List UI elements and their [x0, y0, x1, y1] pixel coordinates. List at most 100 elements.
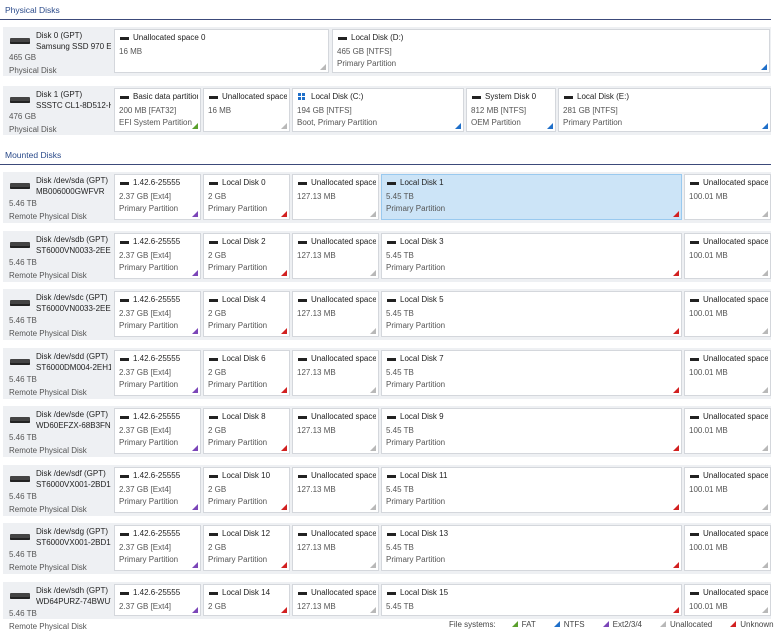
disk-row[interactable]: Disk /dev/sdb (GPT)ST6000VN0033-2EE110 5.… — [3, 231, 771, 282]
disk-type: Remote Physical Disk — [9, 388, 87, 397]
disk-info[interactable]: Disk /dev/sda (GPT) MB006000GWFVR 5.46 TB R… — [3, 172, 111, 223]
filesystem-marker — [281, 123, 287, 129]
partition-type: Primary Partition — [386, 497, 446, 506]
partition-tile[interactable]: Local Disk 2 2 GB Primary Partition — [203, 233, 290, 279]
partition-tile[interactable]: Local Disk 5 5.45 TB Primary Partition — [381, 291, 682, 337]
partition-tile[interactable]: Local Disk 3 5.45 TB Primary Partition — [381, 233, 682, 279]
partition-tile[interactable]: Unallocated space 127.13 MB — [292, 408, 379, 454]
disk-info[interactable]: Disk 0 (GPT)Samsung SSD 970 EVO465 GBPhy… — [3, 27, 111, 76]
disk-info[interactable]: Disk /dev/sde (GPT) WD60EFZX-68B3FN0 5.46 … — [3, 406, 111, 457]
partition-tile[interactable]: Unallocated space 127.13 MB — [292, 174, 379, 220]
disk-info[interactable]: Disk /dev/sdf (GPT)ST6000VX001-2BD186 5.4… — [3, 465, 111, 516]
filesystem-marker — [192, 123, 198, 129]
partition-tile[interactable]: Unallocated space 100.01 MB — [684, 408, 771, 454]
disk-info[interactable]: Disk 1 (GPT)SSSTC CL1-8D512-HP476 GBPhys… — [3, 86, 111, 135]
partition-tile[interactable]: Local Disk 4 2 GB Primary Partition — [203, 291, 290, 337]
partition-type: Primary Partition — [119, 204, 179, 213]
partition-tile[interactable]: Basic data partition 200 MB [FAT32] EFI Sy… — [114, 88, 201, 132]
partition-tile[interactable]: 1.42.6-25555 2.37 GB [Ext4] Primary Partit… — [114, 467, 201, 513]
partition-type: Primary Partition — [386, 380, 446, 389]
partition-tile[interactable]: Local Disk (D:) 465 GB [NTFS] Primary Part… — [332, 29, 770, 73]
partition-size: 2.37 GB [Ext4] — [119, 602, 172, 611]
partition-icon — [120, 241, 129, 244]
partition-tile[interactable]: 1.42.6-25555 2.37 GB [Ext4] Primary Partit… — [114, 525, 201, 571]
disk-row[interactable]: Disk /dev/sdc (GPT)ST6000VN0033-2EE110 5.… — [3, 289, 771, 340]
partition-type: Primary Partition — [119, 321, 179, 330]
partition-tile[interactable]: Local Disk 14 2 GB Primary Partition — [203, 584, 290, 616]
partition-size: 5.45 TB — [386, 309, 414, 318]
partition-type: Primary Partition — [208, 614, 267, 615]
partition-tile[interactable]: Unallocated space 100.01 MB — [684, 467, 771, 513]
disk-row[interactable]: Disk /dev/sdd (GPT)ST6000DM004-2EH11C 5.4… — [3, 348, 771, 399]
partition-tile[interactable]: System Disk 0 812 MB [NTFS] OEM Partition — [466, 88, 556, 132]
partition-tile[interactable]: 1.42.6-25555 2.37 GB [Ext4] Primary Partit… — [114, 233, 201, 279]
partition-tile[interactable]: Local Disk 12 2 GB Primary Partition — [203, 525, 290, 571]
partition-tile[interactable]: Local Disk 6 2 GB Primary Partition — [203, 350, 290, 396]
partition-tile[interactable]: Local Disk 7 5.45 TB Primary Partition — [381, 350, 682, 396]
partition-tile[interactable]: Local Disk 11 5.45 TB Primary Partition — [381, 467, 682, 513]
disk-row[interactable]: Disk /dev/sdg (GPT)ST6000VX001-2BD186 5.4… — [3, 523, 771, 574]
disk-info[interactable]: Disk /dev/sdd (GPT)ST6000DM004-2EH11C 5.4… — [3, 348, 111, 399]
disk-model: SSSTC CL1-8D512-HP — [36, 100, 111, 110]
disk-row[interactable]: Disk 0 (GPT)Samsung SSD 970 EVO465 GBPhy… — [3, 27, 771, 76]
disk-name: Disk /dev/sdh (GPT)WD64PURZ-74BWUY0 — [36, 586, 111, 607]
filesystem-marker — [281, 504, 287, 510]
partition-tile[interactable]: Local Disk 9 5.45 TB Primary Partition — [381, 408, 682, 454]
partition-tile[interactable]: Local Disk 13 5.45 TB Primary Partition — [381, 525, 682, 571]
partition-size: 100.01 MB — [689, 426, 728, 435]
disk-row[interactable]: Disk /dev/sda (GPT) MB006000GWFVR 5.46 TB R… — [3, 172, 771, 223]
partition-label: Unallocated space — [222, 92, 287, 101]
partition-tile[interactable]: Unallocated space 127.13 MB — [292, 525, 379, 571]
partition-tile[interactable]: Unallocated space 16 MB — [203, 88, 290, 132]
partition-icon — [690, 241, 699, 244]
partition-icon — [209, 416, 218, 419]
disk-info[interactable]: Disk /dev/sdc (GPT)ST6000VN0033-2EE110 5.… — [3, 289, 111, 340]
partition-icon — [387, 299, 396, 302]
partition-tile[interactable]: Unallocated space 127.13 MB — [292, 467, 379, 513]
partition-tile[interactable]: Local Disk (E:) 281 GB [NTFS] Primary Part… — [558, 88, 771, 132]
partition-tile[interactable]: 1.42.6-25555 2.37 GB [Ext4] Primary Partit… — [114, 174, 201, 220]
disk-info[interactable]: Disk /dev/sdh (GPT)WD64PURZ-74BWUY0 5.46 … — [3, 582, 111, 631]
partition-tile[interactable]: Unallocated space 100.01 MB — [684, 584, 771, 616]
hard-disk-icon — [10, 534, 30, 540]
partition-tile[interactable]: Unallocated space 100.01 MB — [684, 174, 771, 220]
partition-tile[interactable]: 1.42.6-25555 2.37 GB [Ext4] Primary Partit… — [114, 408, 201, 454]
partition-tile[interactable]: Unallocated space 127.13 MB — [292, 350, 379, 396]
disk-info[interactable]: Disk /dev/sdb (GPT)ST6000VN0033-2EE110 5.… — [3, 231, 111, 282]
partition-tile[interactable]: Unallocated space 100.01 MB — [684, 233, 771, 279]
disk-row[interactable]: Disk /dev/sde (GPT) WD60EFZX-68B3FN0 5.46 … — [3, 406, 771, 457]
disk-info[interactable]: Disk /dev/sdg (GPT)ST6000VX001-2BD186 5.4… — [3, 523, 111, 574]
partition-tile[interactable]: 1.42.6-25555 2.37 GB [Ext4] Primary Partit… — [114, 350, 201, 396]
hard-disk-icon — [10, 183, 30, 189]
partition-tile[interactable]: Local Disk 8 2 GB Primary Partition — [203, 408, 290, 454]
partition-label: Unallocated space — [311, 295, 376, 304]
disk-row[interactable]: Disk /dev/sdh (GPT)WD64PURZ-74BWUY0 5.46 … — [3, 582, 771, 631]
filesystem-marker — [673, 504, 679, 510]
disk-row[interactable]: Disk /dev/sdf (GPT)ST6000VX001-2BD186 5.4… — [3, 465, 771, 516]
filesystem-marker — [762, 445, 768, 451]
partition-tile[interactable]: 1.42.6-25555 2.37 GB [Ext4] Primary Partit… — [114, 584, 201, 616]
partition-tile[interactable]: Local Disk 0 2 GB Primary Partition — [203, 174, 290, 220]
partition-size: 127.13 MB — [297, 192, 336, 201]
partition-size: 5.45 TB — [386, 368, 414, 377]
partition-tile[interactable]: Unallocated space 100.01 MB — [684, 291, 771, 337]
partition-tile[interactable]: Local Disk 10 2 GB Primary Partition — [203, 467, 290, 513]
partition-tile[interactable]: Local Disk (C:) 194 GB [NTFS] Boot, Primar… — [292, 88, 464, 132]
disk-row[interactable]: Disk 1 (GPT)SSSTC CL1-8D512-HP476 GBPhys… — [3, 86, 771, 135]
partition-label: Unallocated space — [311, 412, 376, 421]
partition-tile[interactable]: Unallocated space 100.01 MB — [684, 525, 771, 571]
partition-type: Primary Partition — [386, 614, 445, 615]
partition-size: 2 GB — [208, 602, 227, 611]
partition-tile[interactable]: Unallocated space 127.13 MB — [292, 233, 379, 279]
partition-type: Primary Partition — [386, 555, 446, 564]
partition-icon — [387, 475, 396, 478]
partition-tile[interactable]: Unallocated space 127.13 MB — [292, 584, 379, 616]
partition-tile[interactable]: Unallocated space 127.13 MB — [292, 291, 379, 337]
legend-item-label: FAT — [521, 620, 536, 629]
partition-tile[interactable]: Unallocated space 0 16 MB — [114, 29, 329, 73]
partition-tile[interactable]: Local Disk 15 5.45 TB Primary Partition — [381, 584, 682, 616]
disk-model: WD60EFZX-68B3FN0 — [36, 420, 111, 430]
partition-tile[interactable]: Unallocated space 100.01 MB — [684, 350, 771, 396]
partition-tile[interactable]: Local Disk 1 5.45 TB Primary Partition — [381, 174, 682, 220]
partition-tile[interactable]: 1.42.6-25555 2.37 GB [Ext4] Primary Partit… — [114, 291, 201, 337]
